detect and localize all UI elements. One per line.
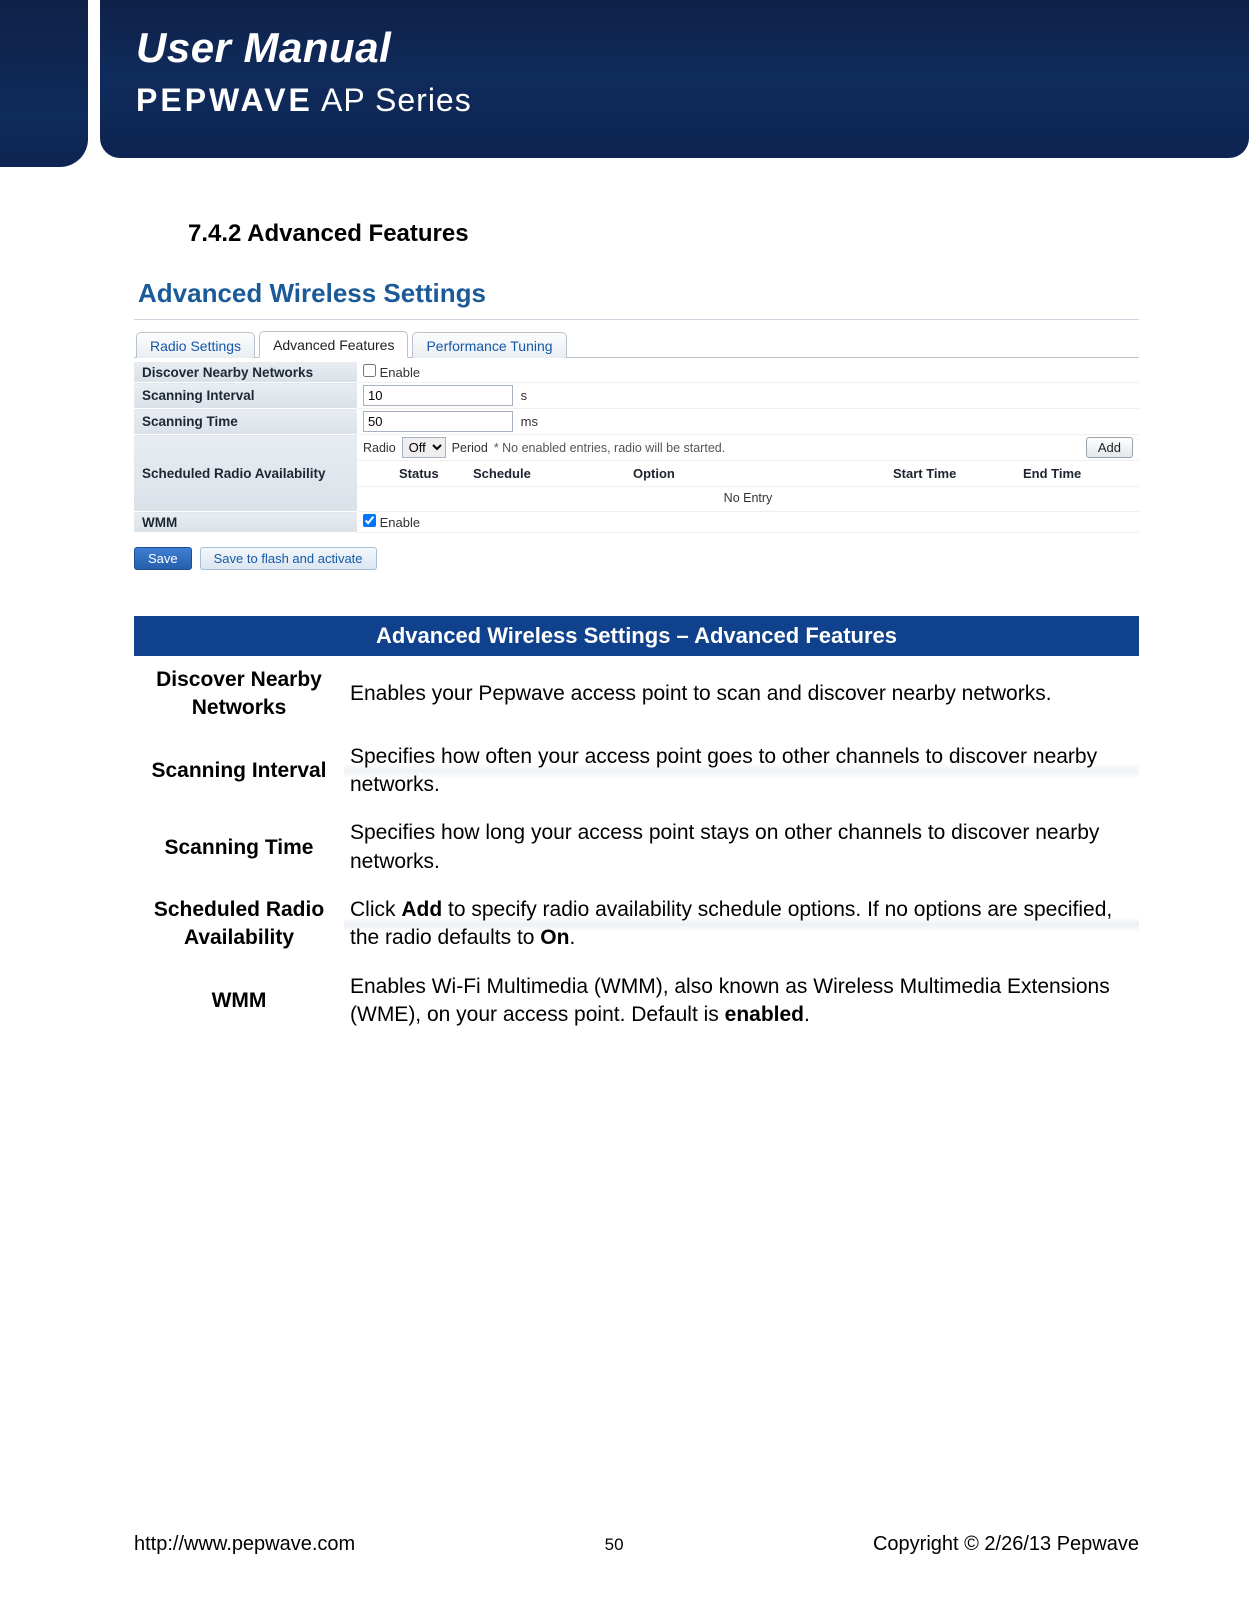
brand-bold: PEPWAVE (136, 82, 313, 118)
save-button[interactable]: Save (134, 547, 192, 570)
scheduled-controls: Radio Off Period * No enabled entries, r… (363, 437, 1133, 458)
ui-screenshot: Advanced Wireless Settings Radio Setting… (134, 272, 1139, 570)
settings-form: Discover Nearby Networks Enable Scanning… (134, 362, 1139, 533)
sched-headers: Status Schedule Option Start Time End Ti… (363, 463, 1133, 484)
label-discover-nearby: Discover Nearby Networks (134, 362, 357, 383)
description-header: Advanced Wireless Settings – Advanced Fe… (134, 616, 1139, 656)
sched-header-end: End Time (1023, 466, 1133, 481)
desc-term-discover: Discover Nearby Networks (134, 656, 344, 733)
unit-scanning-time: ms (521, 414, 538, 429)
desc-def-sched: Click Add to specify radio availability … (344, 886, 1139, 963)
desc-term-scan-time: Scanning Time (134, 809, 344, 886)
select-radio-onoff[interactable]: Off (402, 437, 446, 458)
checkbox-discover-nearby[interactable] (363, 364, 376, 377)
tab-performance-tuning[interactable]: Performance Tuning (412, 332, 566, 358)
button-row: Save Save to flash and activate (134, 547, 1139, 570)
footer-url: http://www.pepwave.com (134, 1533, 355, 1556)
sched-header-option: Option (633, 466, 893, 481)
ui-title-underline (134, 319, 1139, 320)
desc-term-sched: Scheduled Radio Availability (134, 886, 344, 963)
banner-side-strip (0, 0, 88, 167)
label-wmm: WMM (134, 512, 357, 533)
desc-row-scan-interval: Scanning Interval Specifies how often yo… (134, 733, 1139, 810)
checkbox-wmm-label: Enable (380, 515, 420, 530)
input-scanning-interval[interactable] (363, 385, 513, 406)
desc-row-wmm: WMM Enables Wi-Fi Multimedia (WMM), also… (134, 963, 1139, 1040)
brand-light: AP Series (313, 82, 472, 118)
page-header: User Manual PEPWAVE AP Series (0, 0, 1259, 167)
save-flash-button[interactable]: Save to flash and activate (200, 547, 377, 570)
sched-no-entry: No Entry (363, 489, 1133, 509)
footer-copyright: Copyright © 2/26/13 Pepwave (873, 1533, 1139, 1556)
tab-advanced-features[interactable]: Advanced Features (259, 331, 408, 358)
desc-def-scan-time: Specifies how long your access point sta… (344, 809, 1139, 886)
checkbox-wmm[interactable] (363, 514, 376, 527)
manual-title: User Manual (136, 24, 391, 72)
section-heading: 7.4.2 Advanced Features (188, 220, 1139, 248)
desc-row-discover: Discover Nearby Networks Enables your Pe… (134, 656, 1139, 733)
page-footer: http://www.pepwave.com 50 Copyright © 2/… (134, 1533, 1139, 1556)
tab-bar: Radio Settings Advanced Features Perform… (134, 330, 1139, 358)
description-section: Advanced Wireless Settings – Advanced Fe… (134, 616, 1139, 1039)
desc-def-scan-interval: Specifies how often your access point go… (344, 733, 1139, 810)
sched-header-status: Status (363, 466, 473, 481)
desc-term-scan-interval: Scanning Interval (134, 733, 344, 810)
footer-page-number: 50 (605, 1535, 624, 1555)
brand-line: PEPWAVE AP Series (136, 82, 472, 119)
desc-row-scan-time: Scanning Time Specifies how long your ac… (134, 809, 1139, 886)
label-scheduled-radio: Scheduled Radio Availability (134, 435, 357, 512)
tab-radio-settings[interactable]: Radio Settings (136, 332, 255, 358)
sched-note: * No enabled entries, radio will be star… (494, 441, 725, 455)
description-table: Discover Nearby Networks Enables your Pe… (134, 656, 1139, 1039)
desc-def-discover: Enables your Pepwave access point to sca… (344, 656, 1139, 733)
page-content: 7.4.2 Advanced Features Advanced Wireles… (134, 220, 1139, 1039)
checkbox-discover-label: Enable (380, 365, 420, 380)
ui-panel-title: Advanced Wireless Settings (134, 272, 1139, 315)
sched-period-word: Period (452, 441, 488, 455)
desc-term-wmm: WMM (134, 963, 344, 1040)
sched-header-schedule: Schedule (473, 466, 633, 481)
label-scanning-interval: Scanning Interval (134, 383, 357, 409)
label-scanning-time: Scanning Time (134, 409, 357, 435)
desc-row-sched: Scheduled Radio Availability Click Add t… (134, 886, 1139, 963)
banner-body: User Manual PEPWAVE AP Series (100, 0, 1249, 158)
sched-header-start: Start Time (893, 466, 1023, 481)
desc-def-wmm: Enables Wi-Fi Multimedia (WMM), also kno… (344, 963, 1139, 1040)
input-scanning-time[interactable] (363, 411, 513, 432)
sched-radio-word: Radio (363, 441, 396, 455)
unit-scanning-interval: s (521, 388, 528, 403)
add-schedule-button[interactable]: Add (1086, 437, 1133, 458)
